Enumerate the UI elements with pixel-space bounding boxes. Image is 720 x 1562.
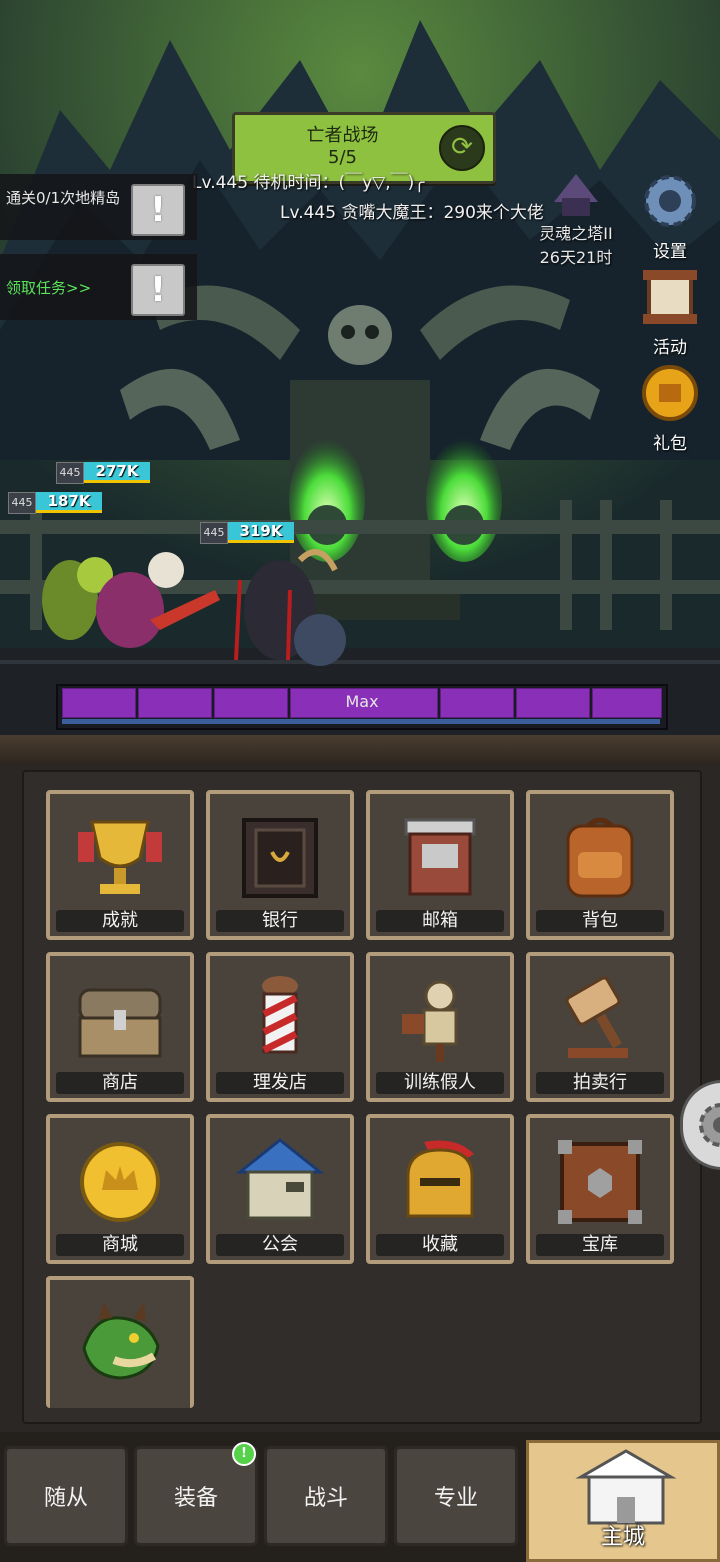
stage-progress: 5/5 [328, 147, 357, 168]
auction-house-button[interactable]: 拍卖行 [526, 952, 674, 1102]
tile-label: 收藏 [376, 1234, 504, 1256]
barbershop-button[interactable]: 理发店 [206, 952, 354, 1102]
tile-label: 成就 [56, 910, 184, 932]
tower-name: 灵魂之塔II [539, 224, 613, 243]
nav-main-city-label: 主城 [600, 1525, 645, 1550]
party-hp-bar: 445 187K [8, 492, 102, 514]
energy-label: Max [345, 692, 379, 711]
bottom-nav: 随从 装备 战斗 专业 主城 [0, 1432, 720, 1562]
barber-pole-icon [262, 976, 298, 1054]
party-hp: 187K [36, 492, 102, 513]
party-hp-bar: 445 277K [56, 462, 150, 484]
battle-scene: 亡者战场 5/5 ⟳ Lv.445 待机时间：(￣y▽,￣)╭ Lv.445 贪… [0, 0, 720, 735]
castle-icon [575, 1449, 677, 1525]
tile-label: 理发店 [216, 1072, 344, 1094]
backpack-button[interactable]: 背包 [526, 790, 674, 940]
scroll-icon [643, 270, 697, 324]
safe-icon [242, 818, 318, 898]
achievements-button[interactable]: 成就 [46, 790, 194, 940]
city-menu-panel: 成就 银行 邮箱 背包 商店 理发店 训练假人 拍卖行 商城 公会 收藏 宝库 [22, 770, 702, 1424]
settings-label: 设置 [653, 242, 687, 262]
exclamation-icon: ! [131, 264, 185, 316]
quest-item[interactable]: 领取任务>> ! [0, 254, 197, 320]
tower-icon [554, 174, 598, 216]
party-hp: 277K [84, 462, 150, 483]
trophy-icon [78, 820, 162, 894]
tile-label: 宝库 [536, 1234, 664, 1256]
energy-bar: Max [56, 684, 668, 730]
mailbox-button[interactable]: 邮箱 [366, 790, 514, 940]
tile-label: 训练假人 [376, 1072, 504, 1094]
collection-button[interactable]: 收藏 [366, 1114, 514, 1264]
bank-button[interactable]: 银行 [206, 790, 354, 940]
party-hp: 319K [228, 522, 294, 543]
scene-divider [0, 735, 720, 763]
stage-name: 亡者战场 [306, 125, 379, 146]
crown-coin-icon [80, 1142, 160, 1222]
party-hp-bar: 445 319K [200, 522, 294, 544]
tower-time: 26天21时 [539, 248, 613, 267]
party-level: 445 [200, 522, 228, 544]
nav-main-city[interactable]: 主城 [526, 1440, 720, 1562]
tile-label: 拍卖行 [536, 1072, 664, 1094]
dragon-icon [82, 1302, 160, 1380]
gavel-icon [565, 976, 628, 1058]
guild-house-icon [235, 1138, 325, 1220]
party-level: 445 [56, 462, 84, 484]
gear-icon [699, 1103, 720, 1147]
dragon-button[interactable] [46, 1276, 194, 1408]
chest-icon [78, 988, 162, 1058]
shop-button[interactable]: 商店 [46, 952, 194, 1102]
quest-item[interactable]: 通关0/1次地精岛 ! [0, 174, 197, 240]
gifts-button[interactable]: 礼包 [630, 362, 710, 454]
tile-label: 商店 [56, 1072, 184, 1094]
guild-button[interactable]: 公会 [206, 1114, 354, 1264]
tile-label: 公会 [216, 1234, 344, 1256]
exclamation-icon: ! [131, 184, 185, 236]
quest-text: 领取任务>> [6, 279, 92, 297]
vault-icon [558, 1140, 642, 1224]
notification-badge: ! [232, 1442, 256, 1466]
tile-label: 邮箱 [376, 910, 504, 932]
training-dummy-icon [402, 980, 458, 1062]
mailbox-icon [404, 818, 476, 896]
helmet-icon [406, 1140, 474, 1218]
tile-label: 商城 [56, 1234, 184, 1256]
events-button[interactable]: 活动 [630, 266, 710, 358]
vault-button[interactable]: 宝库 [526, 1114, 674, 1264]
party-level: 445 [8, 492, 36, 514]
nav-followers[interactable]: 随从 [4, 1446, 128, 1546]
nav-profession[interactable]: 专业 [394, 1446, 518, 1546]
training-dummy-button[interactable]: 训练假人 [366, 952, 514, 1102]
gifts-label: 礼包 [653, 434, 687, 454]
events-label: 活动 [653, 338, 687, 358]
refresh-icon[interactable]: ⟳ [439, 125, 485, 171]
floating-gear-button[interactable] [680, 1080, 720, 1170]
tower-info[interactable]: 灵魂之塔II 26天21时 [528, 172, 624, 268]
gear-icon [644, 175, 696, 227]
settings-button[interactable]: 设置 [630, 170, 710, 262]
scene-background [0, 0, 720, 735]
gift-coin-icon [642, 365, 698, 421]
nav-battle[interactable]: 战斗 [264, 1446, 388, 1546]
quest-text: 通关0/1次地精岛 [6, 189, 121, 207]
tile-label: 银行 [216, 910, 344, 932]
chat-message: Lv.445 待机时间：(￣y▽,￣)╭ [192, 173, 425, 193]
chat-message: Lv.445 贪嘴大魔王：290来个大佬 [280, 203, 544, 223]
backpack-icon [566, 817, 634, 898]
mall-button[interactable]: 商城 [46, 1114, 194, 1264]
tile-label: 背包 [536, 910, 664, 932]
